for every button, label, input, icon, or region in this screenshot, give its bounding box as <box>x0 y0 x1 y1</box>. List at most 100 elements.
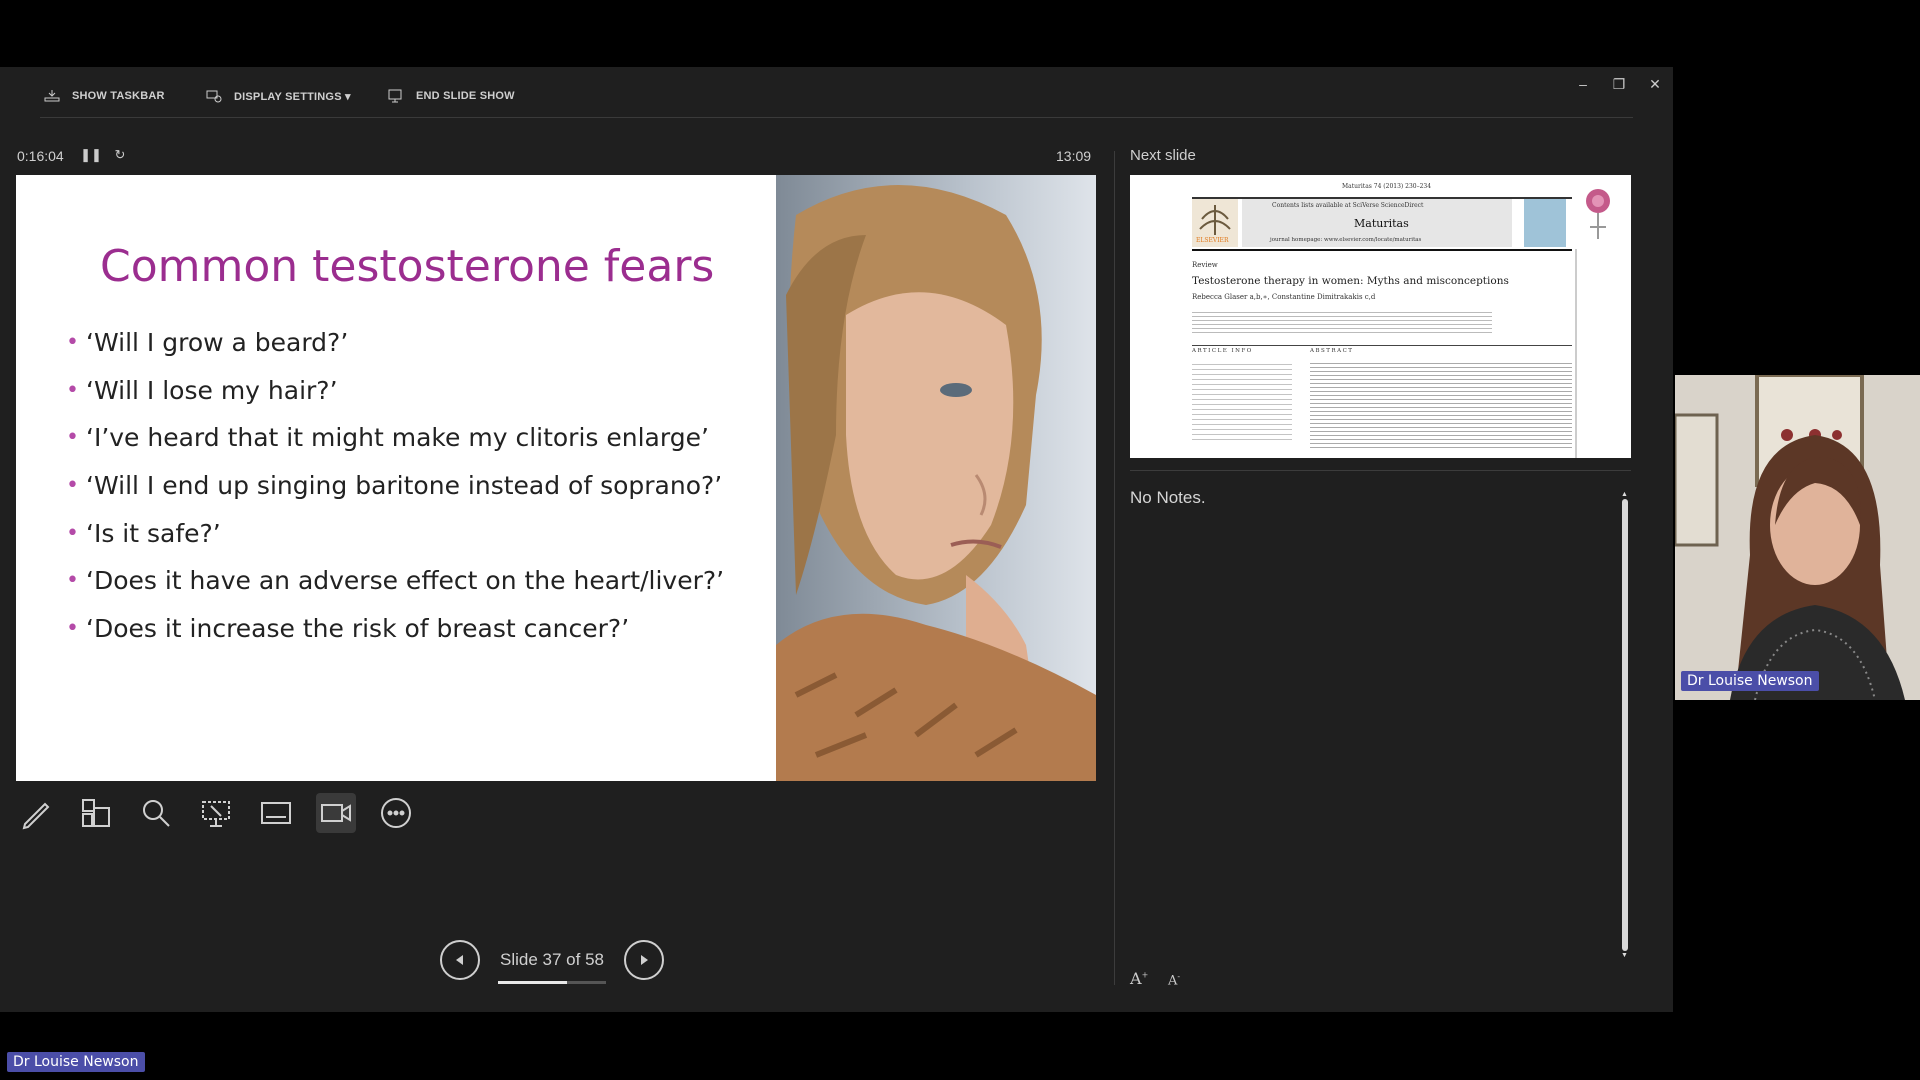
reset-icon[interactable]: ↻ <box>112 147 128 163</box>
restore-button[interactable]: ❐ <box>1602 73 1636 95</box>
slide-progress-fill <box>498 981 567 984</box>
bullet-item: • ‘Will I grow a beard?’ <box>66 328 349 358</box>
bullet-dot: • <box>66 568 79 594</box>
speaker-notes: No Notes. <box>1130 488 1206 507</box>
bullet-dot: • <box>66 425 79 451</box>
current-slide[interactable]: Common testosterone fears • ‘Will I grow … <box>16 175 1096 781</box>
next-slide-label: Next slide <box>1130 147 1196 164</box>
bullet-dot: • <box>66 473 79 499</box>
previous-icon <box>456 955 463 965</box>
end-slide-show-button[interactable]: END SLIDE SHOW <box>388 89 515 103</box>
bullet-dot: • <box>66 520 79 546</box>
scroll-thumb[interactable] <box>1622 499 1628 951</box>
article-title: Testosterone therapy in women: Myths and… <box>1192 275 1509 287</box>
next-icon <box>641 955 648 965</box>
slide-progress-bar <box>498 981 606 984</box>
pen-icon <box>22 802 50 830</box>
affiliation-lines <box>1192 309 1492 333</box>
toolbar-divider <box>40 117 1633 118</box>
slide-counter-label: Slide 37 of 58 <box>500 950 604 969</box>
slide-navigation: Slide 37 of 58 <box>440 940 664 984</box>
next-slide-preview[interactable]: Maturitas 74 (2013) 230–234 ELSEVIER Con… <box>1130 175 1631 458</box>
article-info-lines <box>1192 360 1292 440</box>
bullet-dot: • <box>66 330 79 356</box>
slide-title: Common testosterone fears <box>100 241 715 292</box>
page-edge <box>1575 249 1577 458</box>
slide-tools <box>16 793 416 833</box>
next-slide-button[interactable] <box>624 940 664 980</box>
info-rule <box>1192 345 1572 346</box>
minimize-button[interactable]: – <box>1566 73 1600 95</box>
pen-tool-button[interactable] <box>16 793 56 833</box>
bullet-item: • ‘I’ve heard that it might make my clito… <box>66 423 709 453</box>
notes-scrollbar[interactable]: ▲ ▼ <box>1619 491 1631 959</box>
more-options-button[interactable] <box>376 793 416 833</box>
decrease-font-icon: A <box>1168 973 1178 989</box>
display-settings-icon <box>206 90 222 103</box>
presenter-view: SHOW TASKBAR DISPLAY SETTINGS ▾ END SLID… <box>0 67 1673 1012</box>
minimize-icon: – <box>1579 76 1587 92</box>
contents-line: Contents lists available at SciVerse Sci… <box>1272 202 1424 209</box>
more-options-icon <box>381 798 411 828</box>
end-show-icon <box>388 89 402 103</box>
scroll-up-icon[interactable]: ▲ <box>1621 491 1628 498</box>
previous-slide-button[interactable] <box>440 940 480 980</box>
article-authors: Rebecca Glaser a,b,∗, Constantine Dimitr… <box>1192 293 1376 301</box>
bullet-item: • ‘Will I end up singing baritone instead… <box>66 471 723 501</box>
camera-toggle-button[interactable] <box>316 793 356 833</box>
zoom-button[interactable] <box>136 793 176 833</box>
bullet-item: • ‘Is it safe?’ <box>66 518 221 548</box>
banner-rule <box>1192 249 1572 251</box>
increase-font-button[interactable]: A+ <box>1130 969 1148 988</box>
journal-cover <box>1524 199 1566 247</box>
zoom-icon <box>143 800 170 827</box>
subtitles-icon <box>261 802 291 824</box>
section-label: Review <box>1192 261 1218 269</box>
elsevier-logo: ELSEVIER <box>1192 199 1238 247</box>
bottom-name-tag: Dr Louise Newson <box>7 1052 145 1072</box>
rose-logo <box>1586 189 1610 239</box>
article-info-label: ARTICLE INFO <box>1192 348 1253 354</box>
current-time: 13:09 <box>1056 148 1092 164</box>
abstract-label: ABSTRACT <box>1310 348 1354 354</box>
increase-font-icon: A <box>1130 969 1142 988</box>
see-all-slides-button[interactable] <box>76 793 116 833</box>
laser-pointer-icon <box>202 801 230 827</box>
participant-video: Dr Louise Newson <box>1675 375 1920 700</box>
participant-name-tag: Dr Louise Newson <box>1681 671 1819 691</box>
elapsed-timer: 0:16:04 <box>17 148 64 164</box>
bullet-item: • ‘Does it increase the risk of breast ca… <box>66 613 630 643</box>
display-settings-button[interactable]: DISPLAY SETTINGS ▾ <box>206 89 351 103</box>
pause-icon[interactable]: ❚❚ <box>80 147 102 163</box>
participant-video-frame <box>1675 375 1920 700</box>
close-icon: ✕ <box>1649 75 1661 92</box>
panel-divider <box>1114 151 1115 985</box>
homepage-line: journal homepage: www.elsevier.com/locat… <box>1270 237 1422 243</box>
all-slides-icon <box>82 799 110 827</box>
bullet-item: • ‘Will I lose my hair?’ <box>66 375 338 405</box>
slide-bullets: • ‘Will I grow a beard?’ • ‘Will I lose my… <box>66 319 724 652</box>
bullet-dot: • <box>66 377 79 403</box>
show-taskbar-label: SHOW TASKBAR <box>72 90 165 102</box>
bullet-item: • ‘Does it have an adverse effect on the … <box>66 566 725 596</box>
scroll-down-icon[interactable]: ▼ <box>1621 952 1628 959</box>
abstract-lines <box>1310 360 1572 450</box>
subtitles-button[interactable] <box>256 793 296 833</box>
display-settings-label: DISPLAY SETTINGS ▾ <box>234 90 351 103</box>
show-taskbar-button[interactable]: SHOW TASKBAR <box>44 89 165 103</box>
laser-pointer-button[interactable] <box>196 793 236 833</box>
notes-divider <box>1130 470 1631 471</box>
presenter-toolbar: SHOW TASKBAR DISPLAY SETTINGS ▾ END SLID… <box>0 67 1673 119</box>
end-slide-show-label: END SLIDE SHOW <box>416 90 515 102</box>
close-button[interactable]: ✕ <box>1638 73 1672 95</box>
journal-banner: Contents lists available at SciVerse Sci… <box>1242 199 1512 247</box>
taskbar-icon <box>44 90 60 102</box>
journal-name: Maturitas <box>1354 217 1409 230</box>
decrease-font-button[interactable]: A- <box>1168 972 1180 988</box>
bullet-dot: • <box>66 615 79 641</box>
restore-icon: ❐ <box>1612 75 1626 92</box>
journal-header-line: Maturitas 74 (2013) 230–234 <box>1342 183 1432 190</box>
slide-counter: Slide 37 of 58 <box>498 950 606 984</box>
publisher-label: ELSEVIER <box>1196 237 1229 244</box>
camera-icon <box>321 804 351 822</box>
